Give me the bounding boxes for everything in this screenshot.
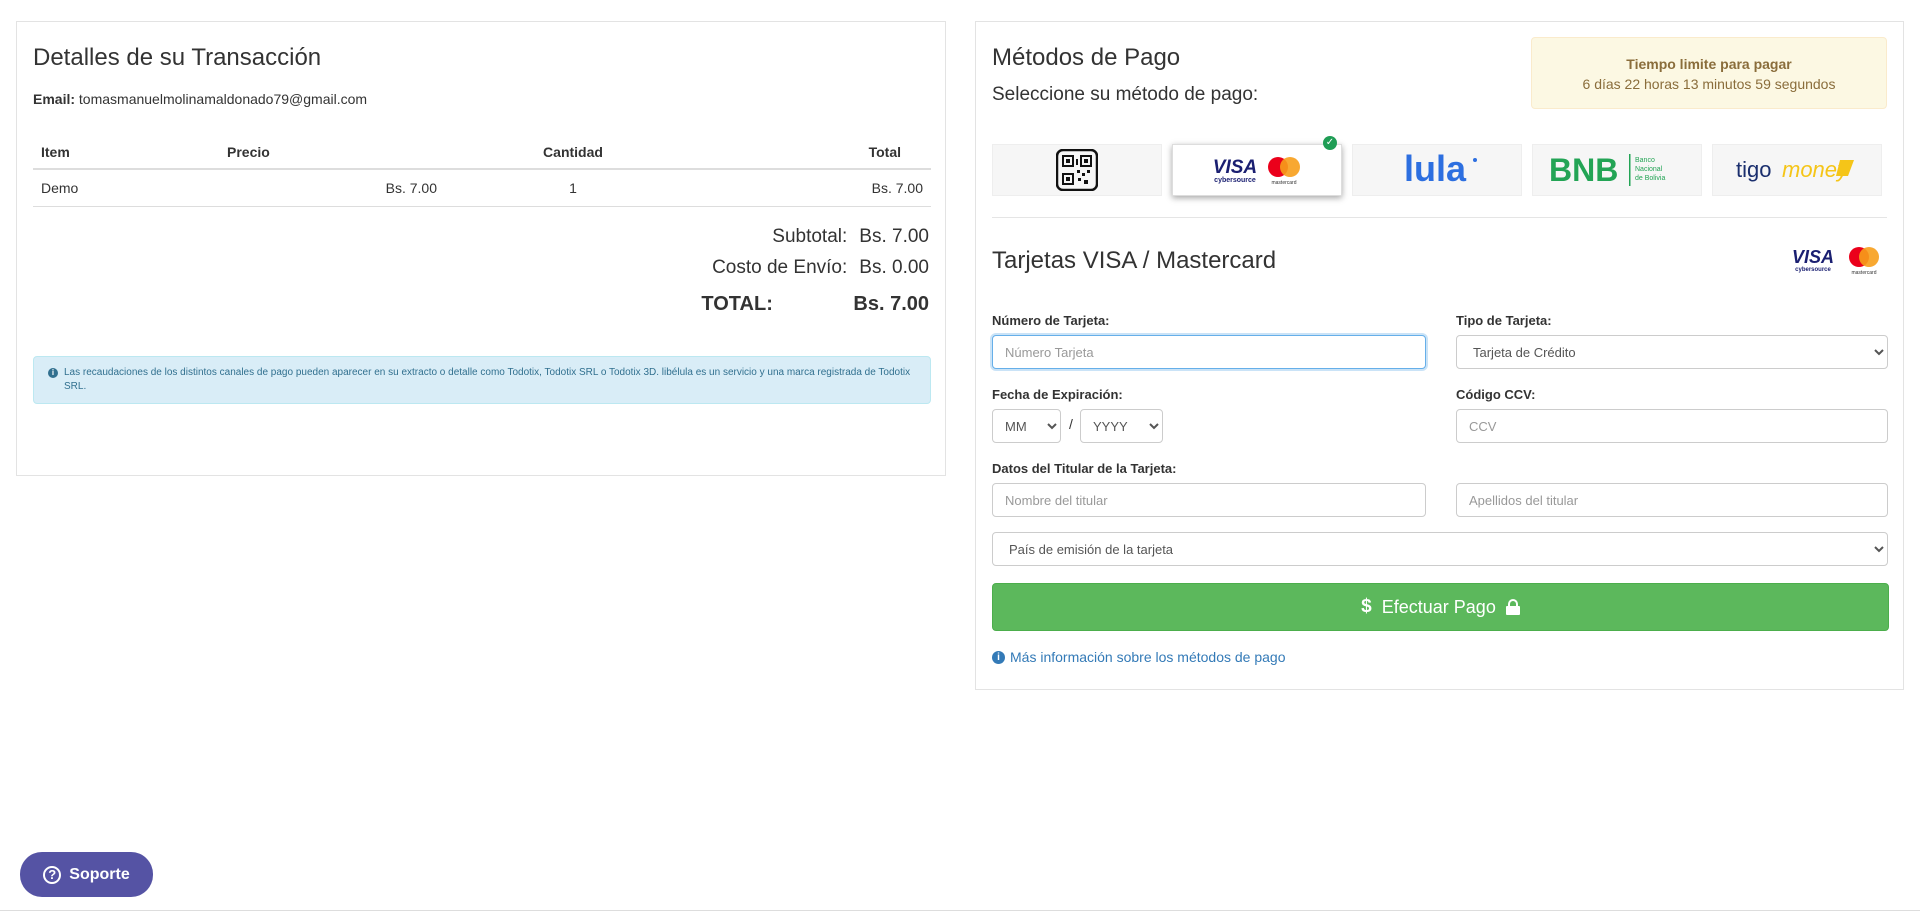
lock-icon [1505,599,1520,615]
shipping-row: Costo de Envío: Bs. 0.00 [701,257,929,279]
cell-precio: Bs. 7.00 [219,169,445,207]
visa-logo-text: VISA [1213,157,1257,178]
column-header-precio: Precio [219,136,445,170]
tigo-money-logo: tigo money [1736,157,1854,182]
mastercard-logo: mastercard [1268,157,1300,186]
holder-surname-input[interactable] [1456,483,1888,517]
cell-cantidad: 1 [445,169,701,207]
issuing-country-select[interactable]: País de emisión de la tarjeta [992,532,1888,566]
expiry-year-select[interactable]: YYYY [1080,409,1163,443]
mastercard-logo-text: mastercard [1271,180,1296,186]
expiry-separator: / [1069,416,1073,432]
payment-title: Métodos de Pago [992,44,1181,71]
card-brand-logos: VISA cybersource mastercard [1789,244,1883,276]
table-row: Demo Bs. 7.00 1 Bs. 7.00 [33,169,931,207]
bnb-logo-text: BNB [1549,152,1618,188]
email-line: Email: tomasmanuelmolinamaldonado79@gmai… [33,91,367,107]
payment-method-visa-mastercard[interactable]: ✓ VISA cybersource mastercard [1172,136,1342,196]
expiry-month-select[interactable]: MM [992,409,1061,443]
column-header-item: Item [33,136,219,170]
subtotal-value: Bs. 7.00 [859,226,929,247]
card-type-label: Tipo de Tarjeta: [1456,313,1552,328]
payment-methods-panel: Métodos de Pago Seleccione su método de … [975,21,1904,690]
cybersource-logo-text: cybersource [1214,177,1256,184]
bnb-logo-line-3: de Bolivia [1635,175,1665,182]
pay-button-label: Efectuar Pago [1381,596,1496,617]
card-number-label: Número de Tarjeta: [992,313,1110,328]
section-divider [992,217,1887,218]
billing-notice-text: Las recaudaciones de los distintos canal… [64,367,911,392]
lula-logo: lula [1404,148,1477,189]
email-label: Email: [33,91,76,107]
more-info-text: Más información sobre los métodos de pag… [1010,649,1286,665]
bnb-logo: BNB Banco Nacional de Bolivia [1549,152,1665,188]
bnb-logo-line-1: Banco [1635,157,1655,164]
shipping-label: Costo de Envío: [712,257,848,278]
totals-block: Subtotal: Bs. 7.00 Costo de Envío: Bs. 0… [701,226,929,325]
mastercard-logo-small: mastercard [1849,247,1879,276]
lula-logo-text: lula [1404,148,1467,189]
subtotal-row: Subtotal: Bs. 7.00 [701,226,929,248]
bnb-logo-line-2: Nacional [1635,166,1663,173]
table-header-row: Item Precio Cantidad Total [33,136,931,170]
payment-method-list: ✓ VISA cybersource mastercard lula BNB B… [992,136,1882,196]
card-section-title: Tarjetas VISA / Mastercard [992,247,1277,274]
support-button[interactable]: ? Soporte [20,852,153,897]
transaction-details-panel: Detalles de su Transacción Email: tomasm… [16,21,946,476]
cybersource-logo-text-small: cybersource [1795,267,1831,273]
payment-subtitle: Seleccione su método de pago: [992,84,1259,105]
info-circle-icon: i [992,650,1005,664]
email-value: tomasmanuelmolinamaldonado79@gmail.com [78,91,368,107]
card-type-select[interactable]: Tarjeta de Crédito [1456,335,1888,369]
holder-name-input[interactable] [992,483,1426,517]
cell-total: Bs. 7.00 [701,169,931,207]
info-icon: i [48,368,58,378]
qr-code-icon [1056,149,1098,191]
cell-item: Demo [33,169,219,207]
pay-button[interactable]: $ Efectuar Pago [992,583,1889,631]
grand-total-value: Bs. 7.00 [853,293,929,315]
column-header-cantidad: Cantidad [445,136,701,170]
payment-method-tigo-money[interactable]: tigo money [1712,144,1882,196]
subtotal-label: Subtotal: [772,226,848,247]
tigo-logo-text: tigo [1736,157,1771,182]
selected-check-icon: ✓ [1323,136,1337,150]
shipping-value: Bs. 0.00 [859,257,929,278]
question-circle-icon: ? [43,865,62,884]
support-button-label: Soporte [69,865,130,883]
payment-method-lula[interactable]: lula [1352,144,1522,196]
column-header-total: Total [701,136,931,170]
more-info-link[interactable]: i Más información sobre los métodos de p… [992,649,1285,665]
holder-label: Datos del Titular de la Tarjeta: [992,461,1177,476]
dollar-icon: $ [1361,596,1372,617]
grand-total-row: TOTAL: Bs. 7.00 [701,293,929,316]
visa-logo-text-small: VISA [1792,247,1834,267]
transaction-title: Detalles de su Transacción [33,44,322,71]
visa-cybersource-logo: VISA cybersource [1213,157,1257,184]
items-table: Item Precio Cantidad Total Demo Bs. 7.00… [33,136,931,207]
ccv-label: Código CCV: [1456,387,1536,402]
timer-value: 6 días 22 horas 13 minutos 59 segundos [1582,76,1836,92]
grand-total-label: TOTAL: [701,293,773,315]
card-number-input[interactable] [992,335,1426,369]
billing-notice: i Las recaudaciones de los distintos can… [33,356,931,404]
payment-method-bnb[interactable]: BNB Banco Nacional de Bolivia [1532,144,1702,196]
mastercard-logo-text-small: mastercard [1851,270,1876,276]
timer-title: Tiempo limite para pagar [1626,56,1792,72]
expiry-label: Fecha de Expiración: [992,387,1123,402]
visa-cybersource-logo-small: VISA cybersource [1792,247,1834,273]
payment-timer: Tiempo limite para pagar 6 días 22 horas… [1531,37,1887,109]
ccv-input[interactable] [1456,409,1888,443]
payment-method-qr[interactable] [992,144,1162,196]
page-bottom-border [0,910,1920,911]
